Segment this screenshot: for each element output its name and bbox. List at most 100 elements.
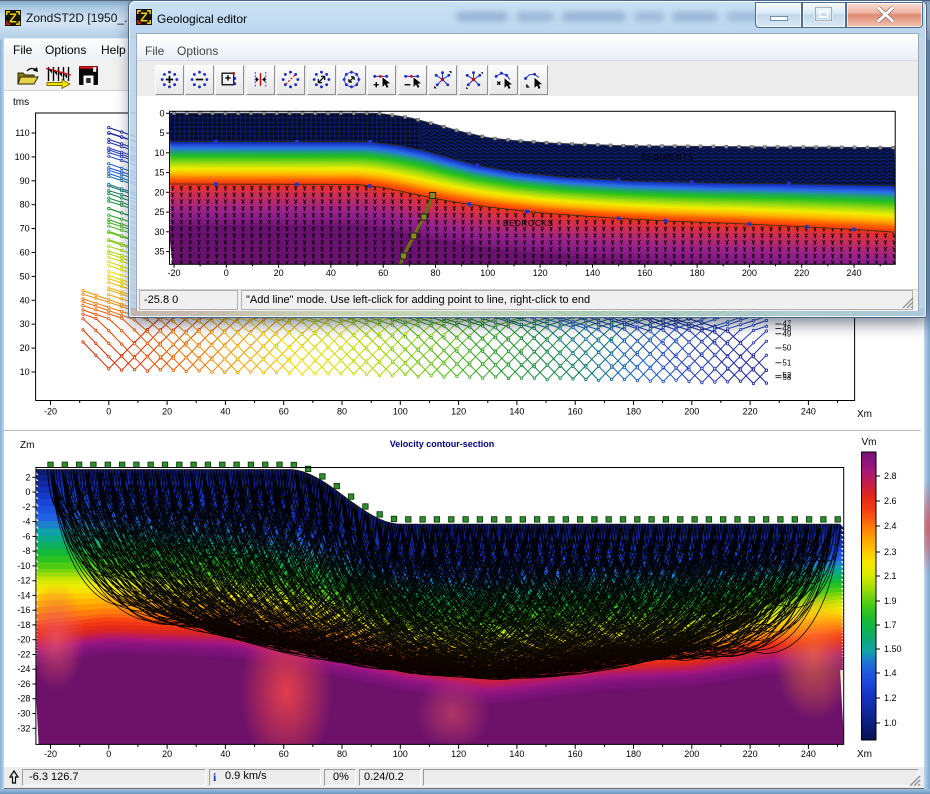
svg-text:-16: -16 [17, 605, 30, 615]
svg-text:10: 10 [20, 367, 30, 377]
svg-text:180: 180 [690, 268, 705, 278]
svg-text:20: 20 [154, 187, 164, 197]
svg-text:-28: -28 [17, 694, 30, 704]
svg-text:140: 140 [509, 749, 524, 759]
svg-text:220: 220 [743, 749, 758, 759]
svg-text:-30: -30 [17, 709, 30, 719]
svg-text:Vm: Vm [862, 437, 877, 448]
svg-text:200: 200 [684, 407, 699, 417]
svg-text:15: 15 [154, 168, 164, 178]
svg-text:1.9: 1.9 [884, 596, 897, 606]
svg-text:1.50: 1.50 [884, 644, 902, 654]
svg-text:-20: -20 [44, 407, 57, 417]
svg-text:160: 160 [568, 749, 583, 759]
svg-text:-10: -10 [17, 561, 30, 571]
svg-text:120: 120 [533, 268, 548, 278]
svg-text:160: 160 [637, 268, 652, 278]
svg-text:-8: -8 [22, 546, 30, 556]
svg-text:40: 40 [20, 295, 30, 305]
svg-text:Z: Z [9, 12, 17, 26]
svg-text:140: 140 [585, 268, 600, 278]
svg-text:Z: Z [140, 11, 148, 25]
svg-text:30: 30 [154, 227, 164, 237]
svg-text:2.6: 2.6 [884, 496, 897, 506]
svg-text:180: 180 [626, 749, 641, 759]
svg-text:-20: -20 [44, 749, 57, 759]
svg-text:110: 110 [15, 128, 29, 138]
svg-text:220: 220 [743, 407, 758, 417]
svg-text:1.0: 1.0 [884, 718, 897, 728]
svg-text:2: 2 [25, 472, 30, 482]
svg-text:60: 60 [20, 248, 30, 258]
svg-text:tms: tms [13, 97, 29, 108]
svg-text:1.7: 1.7 [884, 620, 897, 630]
svg-text:-22: -22 [17, 650, 30, 660]
svg-text:51: 51 [782, 358, 791, 367]
svg-text:50: 50 [20, 271, 30, 281]
svg-text:80: 80 [430, 268, 440, 278]
svg-text:80: 80 [337, 749, 347, 759]
svg-text:200: 200 [684, 749, 699, 759]
svg-text:20: 20 [162, 407, 172, 417]
svg-text:0: 0 [224, 268, 229, 278]
svg-text:-14: -14 [17, 590, 30, 600]
svg-text:-32: -32 [17, 723, 30, 733]
svg-text:Zm: Zm [20, 440, 34, 451]
svg-text:Velocity contour-section: Velocity contour-section [390, 439, 495, 449]
svg-text:180: 180 [626, 407, 641, 417]
svg-text:-20: -20 [167, 268, 180, 278]
svg-text:100: 100 [480, 268, 495, 278]
svg-text:-24: -24 [17, 664, 30, 674]
svg-text:2.3: 2.3 [884, 547, 897, 557]
svg-text:40: 40 [220, 407, 230, 417]
svg-text:10: 10 [154, 148, 164, 158]
svg-text:220: 220 [794, 268, 809, 278]
svg-text:0: 0 [106, 749, 111, 759]
svg-text:160: 160 [568, 407, 583, 417]
svg-text:1.4: 1.4 [884, 668, 897, 678]
svg-text:Xm: Xm [857, 749, 872, 760]
svg-text:35: 35 [154, 247, 164, 257]
svg-text:20: 20 [162, 749, 172, 759]
svg-text:1.2: 1.2 [884, 693, 897, 703]
svg-text:100: 100 [393, 749, 408, 759]
svg-text:240: 240 [801, 407, 816, 417]
svg-text:50: 50 [782, 344, 791, 353]
svg-text:70: 70 [20, 224, 30, 234]
svg-text:-26: -26 [17, 679, 30, 689]
svg-text:25: 25 [154, 207, 164, 217]
svg-text:60: 60 [378, 268, 388, 278]
svg-text:0: 0 [159, 108, 164, 118]
svg-text:20: 20 [20, 343, 30, 353]
svg-text:40: 40 [220, 749, 230, 759]
svg-text:-12: -12 [17, 576, 30, 586]
svg-text:20: 20 [274, 268, 284, 278]
svg-text:60: 60 [279, 407, 289, 417]
svg-text:2.4: 2.4 [884, 521, 897, 531]
svg-text:140: 140 [509, 407, 524, 417]
svg-text:80: 80 [337, 407, 347, 417]
svg-text:40: 40 [326, 268, 336, 278]
svg-text:SEDIMENTS: SEDIMENTS [641, 153, 694, 162]
svg-text:0: 0 [106, 407, 111, 417]
svg-text:240: 240 [846, 268, 861, 278]
svg-text:49: 49 [782, 329, 791, 338]
svg-text:120: 120 [451, 749, 466, 759]
svg-text:100: 100 [15, 152, 30, 162]
svg-text:-2: -2 [22, 502, 30, 512]
svg-text:60: 60 [279, 749, 289, 759]
svg-text:90: 90 [20, 176, 30, 186]
svg-text:120: 120 [451, 407, 466, 417]
svg-text:80: 80 [20, 200, 30, 210]
svg-text:2.1: 2.1 [884, 571, 897, 581]
svg-text:240: 240 [801, 749, 816, 759]
svg-text:BEDROCKS: BEDROCKS [503, 219, 554, 228]
svg-text:2.8: 2.8 [884, 471, 897, 481]
svg-text:100: 100 [393, 407, 408, 417]
svg-text:30: 30 [20, 319, 30, 329]
svg-text:200: 200 [742, 268, 757, 278]
svg-text:0: 0 [25, 487, 30, 497]
svg-text:-18: -18 [17, 620, 30, 630]
svg-text:-20: -20 [17, 635, 30, 645]
svg-text:Xm: Xm [857, 409, 872, 420]
